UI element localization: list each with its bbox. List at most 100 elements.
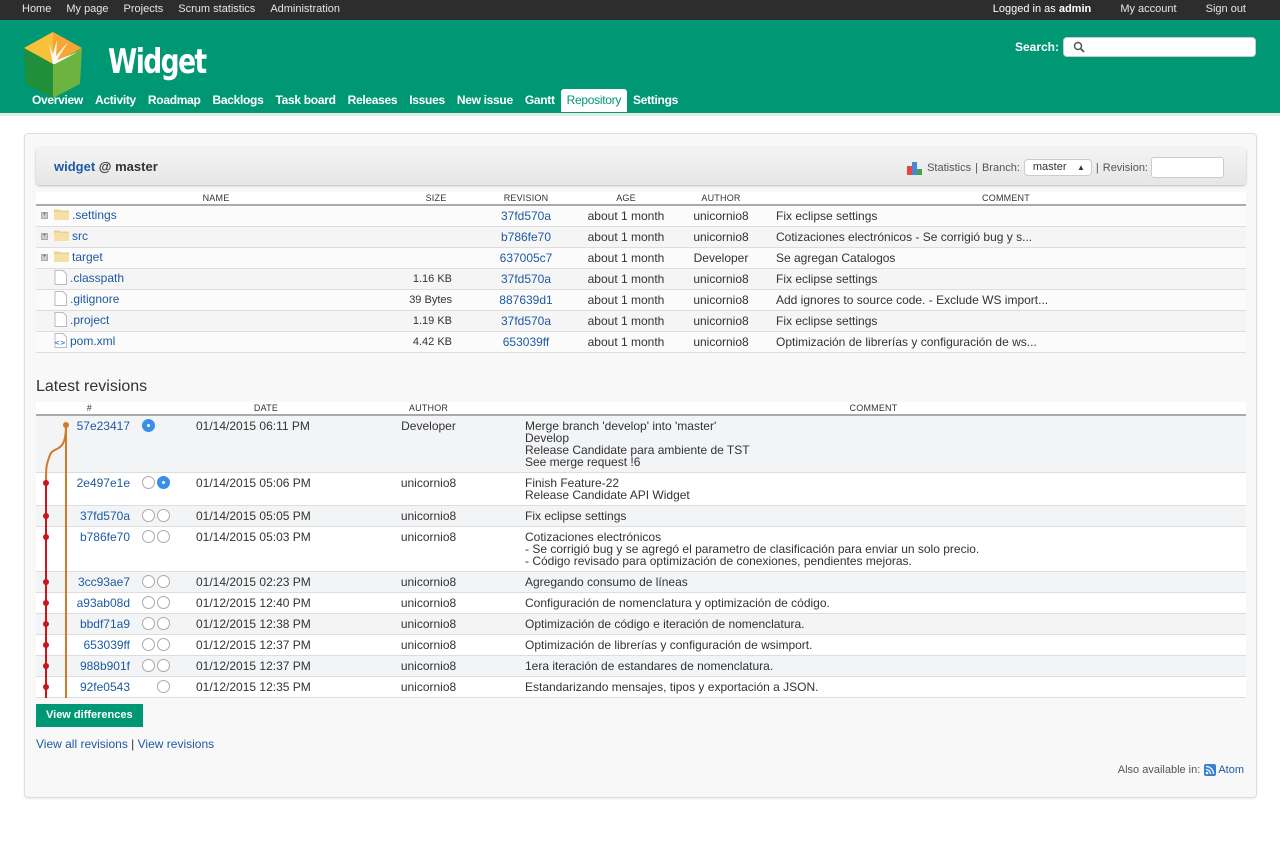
compare-from-radio[interactable] — [142, 617, 155, 630]
file-revision-link[interactable]: 37fd570a — [501, 209, 551, 223]
revision-link[interactable]: bbdf71a9 — [80, 617, 130, 631]
expand-icon[interactable]: + — [41, 212, 48, 220]
file-row: .gitignore 39 Bytes 887639d1 about 1 month u… — [36, 289, 1246, 311]
compare-to-radio[interactable] — [157, 596, 170, 609]
top-menu: Home My page Projects Scrum statistics Admin… — [0, 0, 1280, 20]
tab-gantt[interactable]: Gantt — [519, 89, 561, 112]
revision-link[interactable]: 988b901f — [80, 659, 130, 673]
revision-link[interactable]: b786fe70 — [80, 530, 130, 544]
tab-overview[interactable]: Overview — [26, 89, 89, 112]
compare-from-radio[interactable] — [142, 476, 155, 489]
file-comment: Fix eclipse settings — [766, 268, 1246, 290]
compare-to-radio[interactable] — [157, 638, 170, 651]
file-name-link[interactable]: pom.xml — [70, 334, 115, 348]
branch-select[interactable]: master ▲ — [1023, 159, 1092, 176]
top-menu-item-projects[interactable]: Projects — [124, 3, 164, 15]
file-name-link[interactable]: .project — [70, 313, 109, 327]
revision-link[interactable]: 2e497e1e — [77, 476, 130, 490]
file-author: Developer — [676, 247, 766, 269]
view-all-revisions-link[interactable]: View all revisions — [36, 737, 128, 751]
compare-from-radio[interactable] — [142, 638, 155, 651]
repository-link[interactable]: widget — [54, 159, 95, 174]
revision-date: 01/12/2015 12:38 PM — [176, 613, 356, 635]
compare-to-radio[interactable] — [157, 659, 170, 672]
tab-roadmap[interactable]: Roadmap — [142, 89, 207, 112]
revision-link[interactable]: 37fd570a — [80, 509, 130, 523]
expand-icon[interactable]: + — [41, 233, 48, 241]
also-available: Also available in: Atom — [1118, 764, 1244, 776]
statistics-icon — [907, 161, 923, 175]
tab-new-issue[interactable]: New issue — [451, 89, 519, 112]
my-account-link[interactable]: My account — [1120, 3, 1176, 15]
compare-from-radio[interactable] — [142, 419, 155, 432]
compare-to-radio[interactable] — [157, 509, 170, 522]
revision-link[interactable]: 3cc93ae7 — [78, 575, 130, 589]
compare-radios — [136, 676, 176, 698]
file-row: + src b786fe70 about 1 month unicornio8 Cotiz… — [36, 226, 1246, 248]
file-name-link[interactable]: .gitignore — [70, 292, 119, 306]
tab-issues[interactable]: Issues — [403, 89, 451, 112]
revision-link[interactable]: 92fe0543 — [80, 680, 130, 694]
revision-links: View all revisions | View revisions — [36, 737, 214, 751]
comment-line: Optimización de librerías y configuració… — [525, 638, 813, 652]
file-name-link[interactable]: .settings — [72, 208, 117, 222]
column-header-comment: COMMENT — [501, 402, 1246, 416]
revision-link[interactable]: 57e23417 — [77, 419, 130, 433]
tab-settings[interactable]: Settings — [627, 89, 684, 112]
view-revisions-link[interactable]: View revisions — [138, 737, 214, 751]
file-name-link[interactable]: .classpath — [70, 271, 124, 285]
revision-row: 37fd570a 01/14/2015 05:05 PM unicornio8 Fix… — [36, 505, 1246, 527]
tab-repository[interactable]: Repository — [560, 89, 628, 112]
revision-link[interactable]: a93ab08d — [77, 596, 130, 610]
file-name-cell: .classpath — [36, 268, 396, 290]
compare-to-radio[interactable] — [157, 617, 170, 630]
file-revision-cell: 637005c7 — [476, 247, 576, 269]
revision-row: 653039ff 01/12/2015 12:37 PM unicornio8 Opt… — [36, 634, 1246, 656]
top-menu-item-administration[interactable]: Administration — [270, 3, 340, 15]
file-name-link[interactable]: src — [72, 229, 88, 243]
file-revision-link[interactable]: 653039ff — [503, 335, 550, 349]
compare-from-radio[interactable] — [142, 575, 155, 588]
file-age: about 1 month — [576, 226, 676, 248]
column-header-size[interactable]: SIZE — [396, 192, 476, 206]
file-revision-link[interactable]: 637005c7 — [500, 251, 553, 265]
compare-from-radio[interactable] — [142, 596, 155, 609]
column-header-comment[interactable]: COMMENT — [766, 192, 1246, 206]
tab-task-board[interactable]: Task board — [269, 89, 341, 112]
statistics-link[interactable]: Statistics — [927, 162, 971, 174]
compare-from-radio[interactable] — [142, 509, 155, 522]
column-header-name[interactable]: NAME — [36, 192, 396, 206]
file-revision-link[interactable]: b786fe70 — [501, 230, 551, 244]
file-revision-link[interactable]: 887639d1 — [499, 293, 552, 307]
compare-to-radio[interactable] — [157, 680, 170, 693]
file-revision-link[interactable]: 37fd570a — [501, 314, 551, 328]
compare-to-radio[interactable] — [157, 476, 170, 489]
sign-out-link[interactable]: Sign out — [1206, 3, 1246, 15]
expand-icon[interactable]: + — [41, 254, 48, 262]
tab-releases[interactable]: Releases — [342, 89, 404, 112]
top-menu-item-my-page[interactable]: My page — [66, 3, 108, 15]
tab-activity[interactable]: Activity — [89, 89, 142, 112]
column-header-revision[interactable]: REVISION — [476, 192, 576, 206]
compare-to-radio[interactable] — [157, 530, 170, 543]
file-name-cell: .gitignore — [36, 289, 396, 311]
revision-input[interactable] — [1151, 157, 1224, 178]
view-differences-button[interactable]: View differences — [36, 704, 143, 727]
top-menu-item-home[interactable]: Home — [22, 3, 51, 15]
compare-from-radio[interactable] — [142, 530, 155, 543]
compare-from-radio[interactable] — [142, 659, 155, 672]
compare-to-radio[interactable] — [157, 575, 170, 588]
column-header-age[interactable]: AGE — [576, 192, 676, 206]
file-row: + target 637005c7 about 1 month Developer Se … — [36, 247, 1246, 269]
revision-link[interactable]: 653039ff — [84, 638, 131, 652]
atom-link[interactable]: Atom — [1218, 764, 1244, 776]
top-menu-item-scrum-statistics[interactable]: Scrum statistics — [178, 3, 255, 15]
file-name-link[interactable]: target — [72, 250, 103, 264]
search-input[interactable] — [1063, 37, 1256, 57]
file-revision-link[interactable]: 37fd570a — [501, 272, 551, 286]
tab-backlogs[interactable]: Backlogs — [207, 89, 270, 112]
logged-user: admin — [1058, 3, 1092, 15]
file-author: unicornio8 — [676, 289, 766, 311]
file-name-cell: + .settings — [36, 205, 396, 227]
column-header-author[interactable]: AUTHOR — [676, 192, 766, 206]
